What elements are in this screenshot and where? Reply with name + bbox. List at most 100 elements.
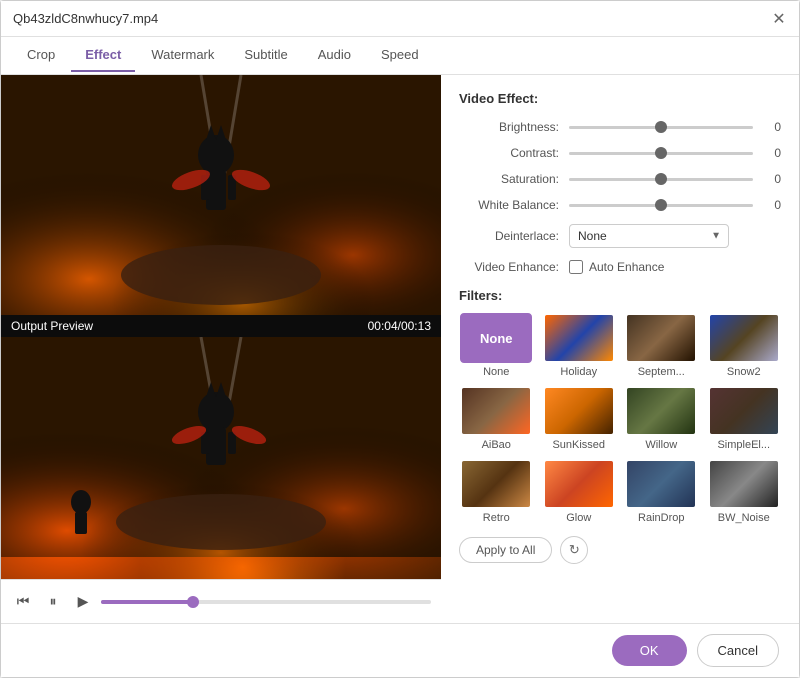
- filter-name-snow2: Snow2: [727, 366, 761, 378]
- filter-thumb-snow2: [708, 313, 780, 363]
- video-top-preview: [1, 75, 441, 315]
- filter-name-raindrop: RainDrop: [638, 512, 684, 524]
- pause-button[interactable]: ⏸: [41, 590, 65, 614]
- filters-grid: None None Holiday Septem...: [459, 313, 781, 524]
- controls-bar: ⏮ ⏸ ▶: [1, 579, 441, 623]
- footer: OK Cancel: [1, 623, 799, 677]
- progress-fill: [101, 600, 193, 604]
- filter-thumb-glow: [543, 459, 615, 509]
- filter-item-simpleel[interactable]: SimpleEl...: [707, 386, 782, 451]
- deinterlace-row: Deinterlace: None Blend Bob Linear ▼: [459, 224, 781, 248]
- auto-enhance-checkbox[interactable]: [569, 260, 583, 274]
- filter-thumb-none: None: [460, 313, 532, 363]
- video-timestamp: 00:04/00:13: [368, 319, 431, 333]
- filter-name-sunkissed: SunKissed: [552, 439, 605, 451]
- contrast-slider[interactable]: [569, 152, 753, 155]
- ok-button[interactable]: OK: [612, 635, 687, 666]
- filter-thumb-simpleel: [708, 386, 780, 436]
- filter-name-september: Septem...: [638, 366, 685, 378]
- brightness-row: Brightness: 0: [459, 120, 781, 134]
- brightness-label: Brightness:: [459, 120, 569, 134]
- auto-enhance-label: Auto Enhance: [589, 260, 664, 274]
- filter-item-aibao[interactable]: AiBao: [459, 386, 534, 451]
- video-label-bar: Output Preview 00:04/00:13: [1, 315, 441, 337]
- auto-enhance-wrapper: Auto Enhance: [569, 260, 664, 274]
- filter-item-holiday[interactable]: Holiday: [542, 313, 617, 378]
- progress-bar[interactable]: [101, 600, 431, 604]
- filter-name-simpleel: SimpleEl...: [717, 439, 770, 451]
- refresh-icon: ↻: [569, 542, 580, 558]
- brightness-value: 0: [761, 120, 781, 134]
- video-bottom-preview: [1, 337, 441, 579]
- enhance-row: Video Enhance: Auto Enhance: [459, 260, 781, 274]
- filter-name-aibao: AiBao: [482, 439, 511, 451]
- video-enhance-label: Video Enhance:: [459, 260, 569, 274]
- tab-subtitle[interactable]: Subtitle: [230, 39, 301, 72]
- app-window: Qb43zldC8nwhucy7.mp4 ✕ Crop Effect Water…: [0, 0, 800, 678]
- window-title: Qb43zldC8nwhucy7.mp4: [13, 11, 158, 26]
- tab-audio[interactable]: Audio: [304, 39, 365, 72]
- filter-item-snow2[interactable]: Snow2: [707, 313, 782, 378]
- close-button[interactable]: ✕: [771, 11, 787, 27]
- saturation-slider[interactable]: [569, 178, 753, 181]
- deinterlace-label: Deinterlace:: [459, 229, 569, 243]
- filter-thumb-bwnoise: [708, 459, 780, 509]
- filter-name-willow: Willow: [645, 439, 677, 451]
- white-balance-label: White Balance:: [459, 198, 569, 212]
- filter-item-glow[interactable]: Glow: [542, 459, 617, 524]
- filter-item-none[interactable]: None None: [459, 313, 534, 378]
- tab-crop[interactable]: Crop: [13, 39, 69, 72]
- apply-to-all-button[interactable]: Apply to All: [459, 537, 552, 563]
- filter-thumb-september: [625, 313, 697, 363]
- filter-name-glow: Glow: [566, 512, 591, 524]
- filter-thumb-holiday: [543, 313, 615, 363]
- filter-item-retro[interactable]: Retro: [459, 459, 534, 524]
- tab-watermark[interactable]: Watermark: [137, 39, 228, 72]
- saturation-slider-container: 0: [569, 172, 781, 186]
- video-frame-bottom: [1, 337, 441, 579]
- filter-name-holiday: Holiday: [560, 366, 597, 378]
- filter-thumb-raindrop: [625, 459, 697, 509]
- output-preview-label: Output Preview: [11, 319, 93, 333]
- left-panel: Output Preview 00:04/00:13: [1, 75, 441, 623]
- white-balance-row: White Balance: 0: [459, 198, 781, 212]
- rewind-button[interactable]: ⏮: [11, 590, 35, 614]
- filter-item-raindrop[interactable]: RainDrop: [624, 459, 699, 524]
- apply-row: Apply to All ↻: [459, 536, 781, 564]
- filter-name-bwnoise: BW_Noise: [718, 512, 770, 524]
- deinterlace-select-wrapper: None Blend Bob Linear ▼: [569, 224, 729, 248]
- play-button[interactable]: ▶: [71, 590, 95, 614]
- video-effect-title: Video Effect:: [459, 91, 781, 106]
- contrast-label: Contrast:: [459, 146, 569, 160]
- filter-thumb-aibao: [460, 386, 532, 436]
- contrast-value: 0: [761, 146, 781, 160]
- filter-item-willow[interactable]: Willow: [624, 386, 699, 451]
- tab-speed[interactable]: Speed: [367, 39, 433, 72]
- filter-item-september[interactable]: Septem...: [624, 313, 699, 378]
- white-balance-value: 0: [761, 198, 781, 212]
- white-balance-slider[interactable]: [569, 204, 753, 207]
- video-frame-top: [1, 75, 441, 315]
- filter-thumb-willow: [625, 386, 697, 436]
- main-content: Output Preview 00:04/00:13: [1, 75, 799, 623]
- filter-item-sunkissed[interactable]: SunKissed: [542, 386, 617, 451]
- cancel-button[interactable]: Cancel: [697, 634, 779, 667]
- filters-title: Filters:: [459, 288, 781, 303]
- saturation-row: Saturation: 0: [459, 172, 781, 186]
- filter-name-none: None: [483, 366, 509, 378]
- filter-thumb-sunkissed: [543, 386, 615, 436]
- contrast-slider-container: 0: [569, 146, 781, 160]
- brightness-slider[interactable]: [569, 126, 753, 129]
- saturation-value: 0: [761, 172, 781, 186]
- filter-item-bwnoise[interactable]: BW_Noise: [707, 459, 782, 524]
- title-bar: Qb43zldC8nwhucy7.mp4 ✕: [1, 1, 799, 37]
- tab-effect[interactable]: Effect: [71, 39, 135, 72]
- tab-bar: Crop Effect Watermark Subtitle Audio Spe…: [1, 37, 799, 75]
- refresh-button[interactable]: ↻: [560, 536, 588, 564]
- contrast-row: Contrast: 0: [459, 146, 781, 160]
- right-panel: Video Effect: Brightness: 0 Contrast: 0: [441, 75, 799, 623]
- filter-name-retro: Retro: [483, 512, 510, 524]
- deinterlace-select[interactable]: None Blend Bob Linear: [569, 224, 729, 248]
- progress-thumb: [187, 596, 199, 608]
- brightness-slider-container: 0: [569, 120, 781, 134]
